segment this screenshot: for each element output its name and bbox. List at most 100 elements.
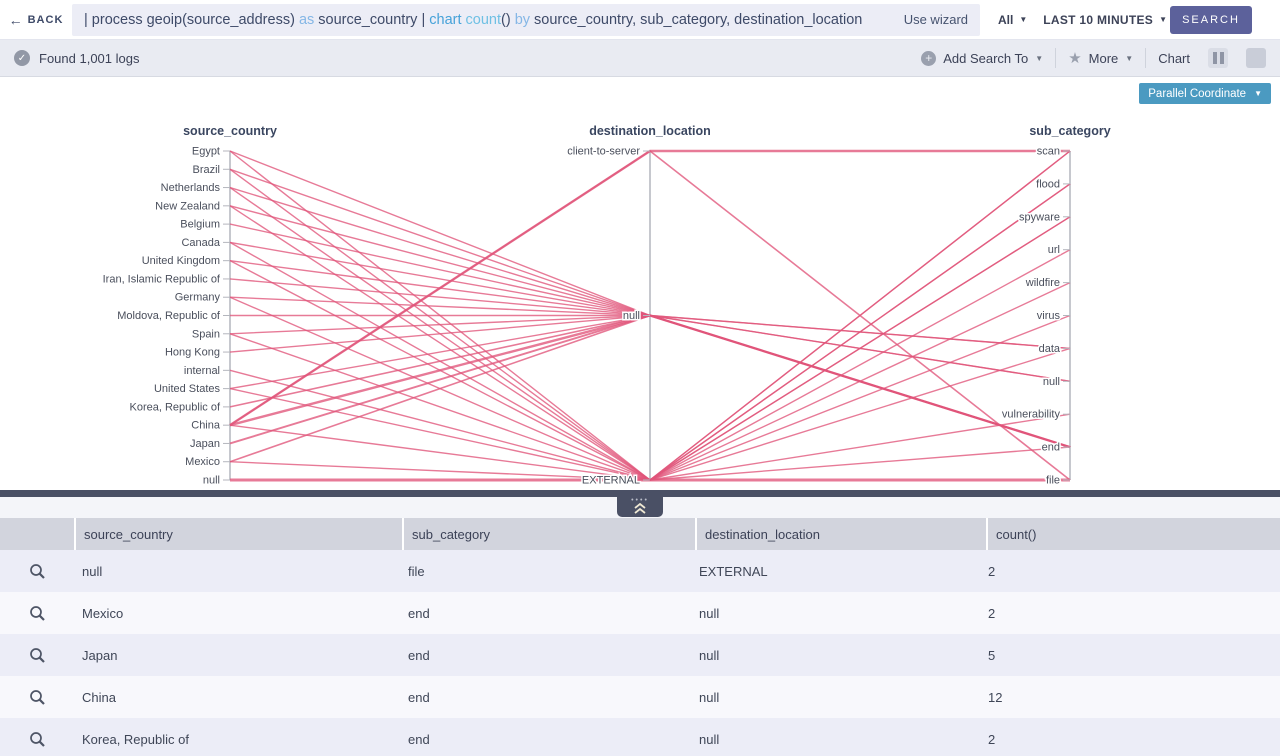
toolbar-separator [1055, 48, 1056, 68]
axis-tick-label[interactable]: data [1039, 343, 1061, 355]
query-token: count [466, 12, 501, 28]
axis-tick-label[interactable]: Brazil [192, 164, 220, 176]
check-circle-icon: ✓ [14, 50, 30, 66]
cell-destination-location: null [691, 648, 980, 663]
axis-tick-label[interactable]: null [1043, 376, 1060, 388]
double-chevron-up-icon [633, 503, 647, 514]
axis-tick-label[interactable]: Mexico [185, 456, 220, 468]
axis-tick-label[interactable]: Belgium [180, 219, 220, 231]
axis-title: source_country [183, 124, 277, 138]
axis-tick-label[interactable]: Netherlands [161, 182, 221, 194]
table-row: Korea, Republic ofendnull2 [0, 718, 1280, 756]
axis-tick-label[interactable]: end [1042, 442, 1060, 454]
toolbar-actions: + Add Search To ▼ ★ More ▼ Chart [921, 48, 1266, 68]
query-token: as [299, 12, 318, 28]
cell-sub-category: file [400, 564, 691, 579]
axis-tick-label[interactable]: China [191, 420, 221, 432]
query-text[interactable]: | process geoip(source_address) as sourc… [84, 12, 894, 28]
table-row: Chinaendnull12 [0, 676, 1280, 718]
axis-tick-label[interactable]: url [1048, 244, 1060, 256]
axis-tick-label[interactable]: Spain [192, 328, 220, 340]
table-header-destination-location[interactable]: destination_location [697, 518, 986, 550]
search-button[interactable]: SEARCH [1170, 6, 1252, 34]
cell-destination-location: null [691, 606, 980, 621]
cell-count: 2 [980, 732, 1280, 747]
time-range-dropdown[interactable]: LAST 10 MINUTES ▼ [1043, 13, 1167, 27]
chart-type-dropdown[interactable]: Parallel Coordinate ▼ [1139, 83, 1271, 104]
axis-tick-label[interactable]: Korea, Republic of [130, 401, 221, 413]
axis-tick-label[interactable]: client-to-server [567, 146, 640, 158]
query-token: | process geoip(source_address) [84, 12, 299, 28]
row-search-icon[interactable] [0, 647, 74, 664]
axis-tick-label[interactable]: null [203, 475, 220, 487]
table-header-sub-category[interactable]: sub_category [404, 518, 695, 550]
cell-sub-category: end [400, 690, 691, 705]
cell-count: 2 [980, 564, 1280, 579]
cell-count: 5 [980, 648, 1280, 663]
top-search-bar: ← BACK | process geoip(source_address) a… [0, 0, 1280, 40]
cell-destination-location: null [691, 690, 980, 705]
cell-source-country: Japan [74, 648, 400, 663]
table-row: Mexicoendnull2 [0, 592, 1280, 634]
axis-tick-label[interactable]: EXTERNAL [582, 475, 640, 487]
table-row: Japanendnull5 [0, 634, 1280, 676]
axis-title: sub_category [1029, 124, 1110, 138]
axis-tick-label[interactable]: Germany [175, 292, 221, 304]
use-wizard-link[interactable]: Use wizard [904, 12, 968, 27]
axis-tick-label[interactable]: Egypt [192, 146, 220, 158]
axis-tick-label[interactable]: United States [154, 383, 221, 395]
axis-tick-label[interactable]: New Zealand [155, 200, 220, 212]
axis-title: destination_location [589, 124, 711, 138]
back-arrow-icon: ← [9, 13, 23, 27]
add-search-to-button[interactable]: + Add Search To ▼ [921, 51, 1043, 66]
more-label: More [1089, 51, 1119, 66]
status-toolbar: ✓ Found 1,001 logs + Add Search To ▼ ★ M… [0, 40, 1280, 77]
axis-tick-label[interactable]: Moldova, Republic of [117, 310, 221, 322]
chevron-down-icon: ▼ [1035, 54, 1043, 63]
axis-tick-label[interactable]: Canada [181, 237, 220, 249]
cell-source-country: China [74, 690, 400, 705]
axis-tick-label[interactable]: United Kingdom [142, 255, 220, 267]
axis-tick-label[interactable]: null [623, 310, 640, 322]
table-header-source-country[interactable]: source_country [76, 518, 402, 550]
table-header-count[interactable]: count() [988, 518, 1280, 550]
row-search-icon[interactable] [0, 563, 74, 580]
parallel-coordinates-chart: source_country Egypt Brazil Netherlands New … [0, 77, 1280, 490]
chart-section-label: Chart [1158, 51, 1190, 66]
back-button[interactable]: ← BACK [0, 13, 72, 27]
plus-circle-icon: + [921, 51, 936, 66]
panel-divider[interactable] [0, 490, 1280, 497]
cell-sub-category: end [400, 732, 691, 747]
query-token: source_country | [318, 12, 429, 28]
axis-tick-label[interactable]: Iran, Islamic Republic of [103, 273, 221, 285]
axis-tick-label[interactable]: virus [1037, 310, 1061, 322]
query-input[interactable]: | process geoip(source_address) as sourc… [72, 4, 980, 36]
search-status-text: Found 1,001 logs [39, 51, 139, 66]
cell-count: 12 [980, 690, 1280, 705]
cell-destination-location: EXTERNAL [691, 564, 980, 579]
row-search-icon[interactable] [0, 689, 74, 706]
axis-tick-label[interactable]: wildfire [1025, 277, 1060, 289]
axis-tick-label[interactable]: scan [1037, 146, 1060, 158]
cell-destination-location: null [691, 732, 980, 747]
time-range-label: LAST 10 MINUTES [1043, 13, 1153, 27]
axis-tick-label[interactable]: internal [184, 365, 220, 377]
row-search-icon[interactable] [0, 605, 74, 622]
grid-view-icon[interactable] [1246, 48, 1266, 68]
axis-tick-label[interactable]: Hong Kong [165, 347, 220, 359]
chart-panel: source_country Egypt Brazil Netherlands New … [0, 77, 1280, 490]
collapse-chart-button[interactable]: •••• [617, 497, 663, 517]
table-row: nullfileEXTERNAL2 [0, 550, 1280, 592]
axis-tick-label[interactable]: Japan [190, 438, 220, 450]
axis-tick-label[interactable]: spyware [1019, 211, 1060, 223]
scope-dropdown[interactable]: All ▼ [998, 13, 1027, 27]
toolbar-separator [1145, 48, 1146, 68]
axis-tick-label[interactable]: file [1046, 475, 1060, 487]
row-search-icon[interactable] [0, 731, 74, 748]
chevron-down-icon: ▼ [1254, 89, 1262, 98]
axis-tick-label[interactable]: flood [1036, 178, 1060, 190]
chart-type-label: Parallel Coordinate [1148, 88, 1246, 100]
axis-tick-label[interactable]: vulnerability [1002, 409, 1061, 421]
more-button[interactable]: ★ More ▼ [1068, 49, 1133, 67]
panel-layout-icon[interactable] [1208, 48, 1228, 68]
